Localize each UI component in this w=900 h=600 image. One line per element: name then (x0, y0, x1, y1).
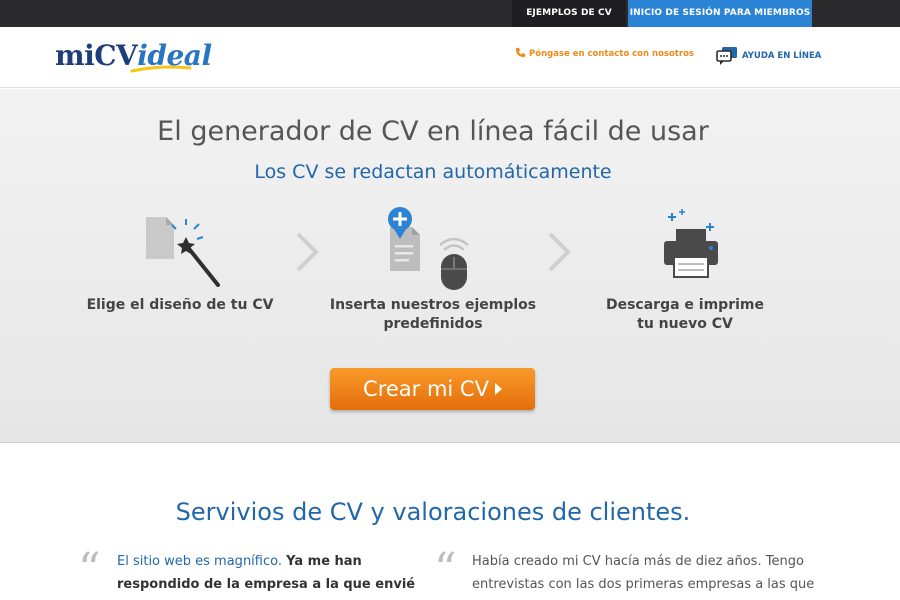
testimonial-2: Había creado mi CV hacía más de diez año… (472, 550, 872, 596)
step-label-line: Elige el diseño de tu CV (86, 297, 274, 313)
member-login-link[interactable]: INICIO DE SESIÓN PARA MIEMBROS (628, 0, 812, 27)
step-label-line: predefinidos (383, 316, 483, 332)
create-cv-button[interactable]: Crear mi CV (330, 368, 535, 410)
logo-main-text: miCV (55, 39, 138, 72)
step-insert-examples-label: Inserta nuestros ejemplos predefinidos (318, 296, 548, 334)
play-arrow-icon (494, 383, 502, 395)
testimonial-highlight: El sitio web es magnífico. (117, 554, 282, 569)
testimonial-bold: Ya me han (286, 554, 362, 569)
help-label: AYUDA EN LÍNEA (742, 51, 822, 61)
testimonial-line: Había creado mi CV hacía más de diez año… (472, 554, 804, 569)
cv-examples-link[interactable]: EJEMPLOS DE CV (512, 0, 626, 27)
contact-label: Póngase en contacto con nosotros (529, 49, 694, 59)
hero-title: El generador de CV en línea fácil de usa… (157, 116, 709, 147)
site-header: miCVideal Póngase en contacto con nosotr… (0, 27, 900, 88)
top-bar: EJEMPLOS DE CV INICIO DE SESIÓN PARA MIE… (0, 0, 900, 27)
hero-subtitle: Los CV se redactan automáticamente (254, 161, 612, 183)
online-help-link[interactable]: AYUDA EN LÍNEA (716, 46, 821, 66)
quote-open-icon: “ (434, 544, 457, 595)
testimonial-1: El sitio web es magnífico. Ya me han res… (117, 550, 417, 600)
testimonial-line: entrevistas con las dos primeras empresa… (472, 577, 815, 592)
logo-swoosh-icon (130, 65, 192, 73)
printer-icon (664, 209, 718, 278)
create-cv-label: Crear mi CV (363, 377, 489, 401)
document-plus-mouse-icon (388, 207, 469, 290)
testimonial-line: respondido de la empresa a la que envié … (117, 577, 416, 592)
step-download-print-label: Descarga e imprime tu nuevo CV (585, 296, 785, 334)
step-label-line: tu nuevo CV (637, 316, 733, 332)
step-label-line: Inserta nuestros ejemplos (329, 297, 537, 313)
contact-link[interactable]: Póngase en contacto con nosotros (515, 47, 694, 59)
quote-open-icon: “ (78, 544, 101, 595)
step-label-line: Descarga e imprime (605, 297, 764, 313)
hero-section: El generador de CV en línea fácil de usa… (0, 89, 900, 443)
chevron-right-icon (548, 232, 571, 272)
chevron-right-icon (296, 232, 319, 272)
services-title: Servivios de CV y valoraciones de client… (175, 498, 691, 526)
chat-icon (716, 47, 737, 65)
step-choose-design-label: Elige el diseño de tu CV (80, 296, 280, 315)
phone-icon (515, 47, 526, 58)
document-wand-icon (146, 217, 220, 287)
